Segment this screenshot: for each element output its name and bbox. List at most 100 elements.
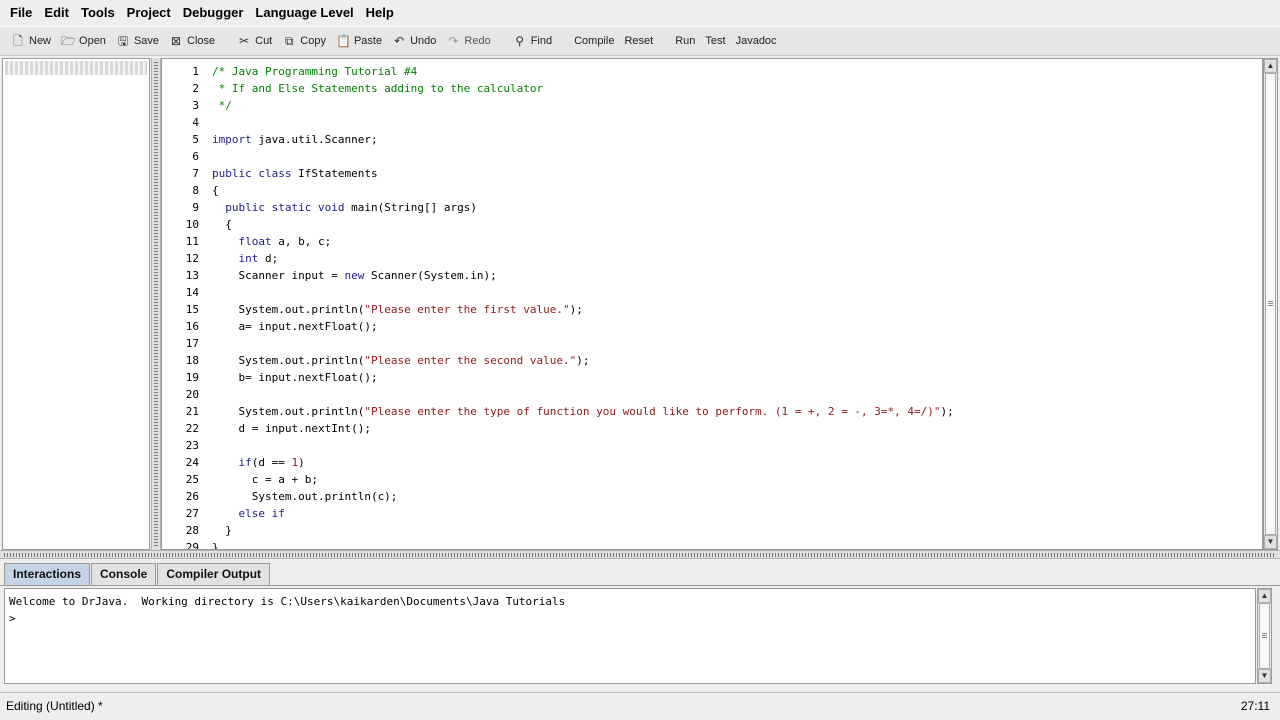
- interactions-scroll-thumb[interactable]: [1259, 603, 1270, 669]
- close-label: Close: [187, 35, 216, 47]
- line-number: 29: [185, 541, 199, 550]
- editor-scroll-thumb[interactable]: [1265, 73, 1276, 535]
- line-source: public static void main(String[] args): [225, 201, 477, 214]
- cursor-position: 27:11: [1240, 699, 1270, 713]
- line-source: */: [212, 99, 232, 112]
- close-button[interactable]: ⊠ Close: [164, 29, 220, 53]
- interactions-prompt[interactable]: >: [9, 610, 16, 627]
- line-source: b= input.nextFloat();: [212, 371, 378, 384]
- javadoc-button[interactable]: Javadoc: [731, 29, 782, 53]
- binoculars-icon: ⚲: [515, 34, 525, 48]
- line-number: 13: [185, 269, 199, 282]
- cut-label: Cut: [255, 35, 273, 47]
- tab-interactions[interactable]: Interactions: [4, 563, 91, 585]
- line-number: 23: [185, 439, 199, 452]
- line-number: 11: [185, 235, 199, 248]
- document-list-panel[interactable]: [2, 58, 150, 550]
- compile-button[interactable]: Compile: [569, 29, 619, 53]
- welcome-message: Welcome to DrJava. Working directory is …: [9, 595, 566, 608]
- horizontal-split-divider[interactable]: [0, 550, 1280, 559]
- line-number: 25: [185, 473, 199, 486]
- test-button[interactable]: Test: [700, 29, 730, 53]
- run-button[interactable]: Run: [670, 29, 700, 53]
- line-number: 27: [185, 507, 199, 520]
- javadoc-label: Javadoc: [735, 35, 777, 47]
- line-source: {: [212, 184, 219, 197]
- scroll-down-arrow-icon[interactable]: ▼: [1264, 535, 1277, 549]
- open-folder-icon: 🗁: [61, 34, 76, 48]
- line-source: }: [212, 524, 232, 537]
- line-source: c = a + b;: [212, 473, 318, 486]
- scroll-thumb-grip-icon: [1268, 301, 1273, 306]
- line-number: 2: [192, 82, 199, 95]
- paste-clipboard-icon: 📋: [335, 34, 351, 48]
- divider-grip-icon: [154, 62, 158, 546]
- line-source: Scanner input = new Scanner(System.in);: [212, 269, 497, 282]
- paste-button[interactable]: 📋 Paste: [331, 29, 387, 53]
- reset-button[interactable]: Reset: [619, 29, 658, 53]
- save-disk-icon: 🖫: [117, 34, 129, 48]
- menu-tools[interactable]: Tools: [75, 0, 121, 26]
- scroll-up-arrow-icon[interactable]: ▲: [1264, 59, 1277, 73]
- line-number: 21: [185, 405, 199, 418]
- menu-debugger[interactable]: Debugger: [177, 0, 250, 26]
- code-editor[interactable]: 1 /* Java Programming Tutorial #4 2 * If a…: [161, 58, 1263, 550]
- line-number: 14: [185, 286, 199, 299]
- menu-project[interactable]: Project: [121, 0, 177, 26]
- line-source: System.out.println(c);: [212, 490, 398, 503]
- menu-edit[interactable]: Edit: [38, 0, 75, 26]
- close-file-icon: ⊠: [170, 34, 182, 48]
- vertical-split-divider[interactable]: [151, 58, 161, 550]
- interactions-pane[interactable]: Welcome to DrJava. Working directory is …: [4, 588, 1256, 684]
- document-tree-root[interactable]: [5, 61, 147, 75]
- new-button[interactable]: 🗋 New: [6, 29, 56, 53]
- reset-label: Reset: [624, 35, 654, 47]
- line-number: 3: [192, 99, 199, 112]
- line-source: a= input.nextFloat();: [212, 320, 378, 333]
- line-number: 24: [185, 456, 199, 469]
- line-number: 6: [192, 150, 199, 163]
- line-source: float a, b, c;: [238, 235, 332, 248]
- line-number: 26: [185, 490, 199, 503]
- save-label: Save: [133, 35, 160, 47]
- line-source: public class IfStatements: [212, 167, 378, 180]
- copy-label: Copy: [300, 35, 326, 47]
- open-button[interactable]: 🗁 Open: [56, 29, 111, 53]
- menu-help[interactable]: Help: [360, 0, 400, 26]
- line-number: 7: [192, 167, 199, 180]
- tab-compiler-output[interactable]: Compiler Output: [157, 563, 271, 585]
- paste-label: Paste: [353, 35, 383, 47]
- redo-button[interactable]: ↷ Redo: [441, 29, 495, 53]
- interactions-vertical-scrollbar[interactable]: ▲ ▼: [1257, 588, 1272, 684]
- line-number: 10: [185, 218, 199, 231]
- find-button[interactable]: ⚲ Find: [508, 29, 557, 53]
- divider-grip-icon: [4, 553, 1276, 557]
- find-label: Find: [530, 35, 553, 47]
- line-number: 12: [185, 252, 199, 265]
- undo-label: Undo: [410, 35, 437, 47]
- scroll-up-arrow-icon[interactable]: ▲: [1258, 589, 1271, 603]
- menu-bar: File Edit Tools Project Debugger Languag…: [0, 0, 1280, 26]
- line-source: else if: [238, 507, 285, 520]
- menu-language-level[interactable]: Language Level: [249, 0, 359, 26]
- scroll-down-arrow-icon[interactable]: ▼: [1258, 669, 1271, 683]
- compile-label: Compile: [574, 35, 615, 47]
- tab-console[interactable]: Console: [91, 563, 157, 585]
- editor-vertical-scrollbar[interactable]: ▲ ▼: [1263, 58, 1278, 550]
- scroll-thumb-grip-icon: [1262, 633, 1267, 638]
- undo-arrow-icon: ↶: [394, 34, 405, 48]
- editing-status: Editing (Untitled) *: [6, 699, 103, 713]
- undo-button[interactable]: ↶ Undo: [387, 29, 441, 53]
- cut-button[interactable]: ✂ Cut: [232, 29, 277, 53]
- line-number: 28: [185, 524, 199, 537]
- open-label: Open: [79, 35, 106, 47]
- line-source: System.out.println("Please enter the fir…: [212, 303, 583, 316]
- menu-file[interactable]: File: [4, 0, 38, 26]
- line-source: {: [212, 218, 232, 231]
- copy-button[interactable]: ⧉ Copy: [277, 29, 331, 53]
- line-number: 1: [192, 65, 199, 78]
- test-label: Test: [705, 35, 726, 47]
- new-file-icon: 🗋: [13, 34, 23, 48]
- line-source: import java.util.Scanner;: [212, 133, 378, 146]
- save-button[interactable]: 🖫 Save: [111, 29, 164, 53]
